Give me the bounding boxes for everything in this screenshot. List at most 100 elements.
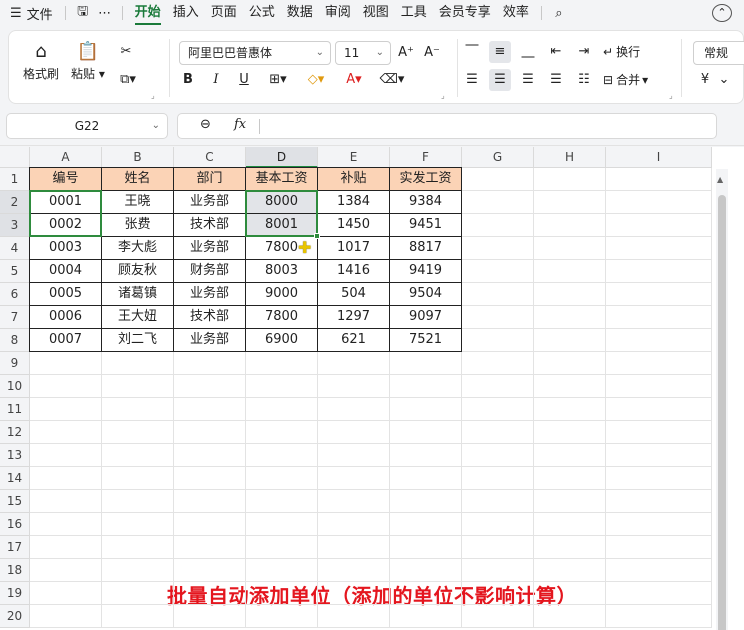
cell-f13[interactable] (390, 444, 462, 467)
cell-h17[interactable] (534, 536, 606, 559)
cell-h15[interactable] (534, 490, 606, 513)
fx-icon[interactable]: fx (234, 117, 246, 132)
cell-i12[interactable] (606, 421, 712, 444)
cell-d8[interactable]: 6900 (246, 329, 318, 352)
cell-d15[interactable] (246, 490, 318, 513)
row-header-14[interactable]: 14 (0, 467, 30, 490)
italic-icon[interactable]: I (205, 69, 227, 91)
row-header-5[interactable]: 5 (0, 260, 30, 283)
cell-d11[interactable] (246, 398, 318, 421)
tab-8[interactable]: 会员专享 (433, 0, 497, 26)
cell-i20[interactable] (606, 605, 712, 628)
cell-f5[interactable]: 9419 (390, 260, 462, 283)
cell-f1[interactable]: 实发工资 (390, 168, 462, 191)
cell-c4[interactable]: 业务部 (174, 237, 246, 260)
cell-h9[interactable] (534, 352, 606, 375)
cell-a12[interactable] (30, 421, 102, 444)
cell-c15[interactable] (174, 490, 246, 513)
row-header-17[interactable]: 17 (0, 536, 30, 559)
cell-b7[interactable]: 王大妞 (102, 306, 174, 329)
cell-g7[interactable] (462, 306, 534, 329)
cell-e1[interactable]: 补贴 (318, 168, 390, 191)
cell-c2[interactable]: 业务部 (174, 191, 246, 214)
cell-e5[interactable]: 1416 (318, 260, 390, 283)
borders-icon[interactable]: ⊞▾ (263, 69, 293, 91)
row-header-9[interactable]: 9 (0, 352, 30, 375)
cell-g6[interactable] (462, 283, 534, 306)
tab-6[interactable]: 视图 (357, 0, 395, 26)
cell-g18[interactable] (462, 559, 534, 582)
indent-increase-icon[interactable]: ⇥ (573, 41, 595, 63)
cell-b2[interactable]: 王晓 (102, 191, 174, 214)
cell-g17[interactable] (462, 536, 534, 559)
column-header-f[interactable]: F (390, 147, 462, 168)
column-header-b[interactable]: B (102, 147, 174, 168)
align-top-icon[interactable]: ⎺ (461, 41, 483, 63)
row-header-8[interactable]: 8 (0, 329, 30, 352)
cell-b16[interactable] (102, 513, 174, 536)
cell-f12[interactable] (390, 421, 462, 444)
cell-i3[interactable] (606, 214, 712, 237)
cell-i14[interactable] (606, 467, 712, 490)
collapse-ribbon-icon[interactable]: ⌃ (712, 4, 732, 22)
cell-i7[interactable] (606, 306, 712, 329)
paste-button[interactable]: 📋 粘贴 ▾ (71, 39, 105, 82)
search-icon[interactable]: ⌕ (548, 6, 570, 21)
cell-d5[interactable]: 8003 (246, 260, 318, 283)
name-box[interactable]: G22 ⌄ (6, 113, 168, 139)
row-header-20[interactable]: 20 (0, 605, 30, 628)
tab-0[interactable]: 开始 (129, 0, 167, 26)
cell-b20[interactable] (102, 605, 174, 628)
fill-handle[interactable] (314, 233, 320, 239)
cell-d3[interactable]: 8001 (246, 214, 318, 237)
cell-h19[interactable] (534, 582, 606, 605)
alignment-launcher-icon[interactable]: ⌟ (669, 91, 673, 100)
cell-i15[interactable] (606, 490, 712, 513)
cell-a9[interactable] (30, 352, 102, 375)
column-header-c[interactable]: C (174, 147, 246, 168)
cell-c14[interactable] (174, 467, 246, 490)
cell-a19[interactable] (30, 582, 102, 605)
tab-4[interactable]: 数据 (281, 0, 319, 26)
row-header-13[interactable]: 13 (0, 444, 30, 467)
font-color-icon[interactable]: A▾ (337, 69, 371, 91)
increase-font-icon[interactable]: A⁺ (395, 42, 417, 64)
cell-a14[interactable] (30, 467, 102, 490)
currency-icon[interactable]: ¥ (693, 69, 717, 91)
cell-d12[interactable] (246, 421, 318, 444)
align-right-icon[interactable]: ☰ (517, 69, 539, 91)
cell-g19[interactable] (462, 582, 534, 605)
cell-a17[interactable] (30, 536, 102, 559)
cell-c11[interactable] (174, 398, 246, 421)
cell-f4[interactable]: 8817 (390, 237, 462, 260)
cell-a6[interactable]: 0005 (30, 283, 102, 306)
align-bottom-icon[interactable]: ⎽ (517, 41, 539, 63)
tab-9[interactable]: 效率 (497, 0, 535, 26)
cell-f6[interactable]: 9504 (390, 283, 462, 306)
cell-e18[interactable] (318, 559, 390, 582)
cell-a1[interactable]: 编号 (30, 168, 102, 191)
cell-h16[interactable] (534, 513, 606, 536)
cell-i9[interactable] (606, 352, 712, 375)
merge-button[interactable]: ⊟ 合并 ▾ (603, 71, 648, 88)
indent-decrease-icon[interactable]: ⇤ (545, 41, 567, 63)
cell-e7[interactable]: 1297 (318, 306, 390, 329)
font-size-select[interactable]: 11 ⌄ (335, 41, 391, 65)
cell-h14[interactable] (534, 467, 606, 490)
cell-e11[interactable] (318, 398, 390, 421)
cell-b5[interactable]: 顾友秋 (102, 260, 174, 283)
cell-g5[interactable] (462, 260, 534, 283)
cell-c1[interactable]: 部门 (174, 168, 246, 191)
cell-i19[interactable] (606, 582, 712, 605)
row-header-1[interactable]: 1 (0, 168, 30, 191)
cell-b19[interactable] (102, 582, 174, 605)
chevron-down-icon[interactable]: ⌄ (717, 69, 731, 91)
cell-c8[interactable]: 业务部 (174, 329, 246, 352)
cell-e17[interactable] (318, 536, 390, 559)
cell-i18[interactable] (606, 559, 712, 582)
cell-i17[interactable] (606, 536, 712, 559)
font-launcher-icon[interactable]: ⌟ (441, 91, 445, 100)
cell-g11[interactable] (462, 398, 534, 421)
save-icon[interactable]: 🖫 (72, 2, 94, 24)
column-header-e[interactable]: E (318, 147, 390, 168)
